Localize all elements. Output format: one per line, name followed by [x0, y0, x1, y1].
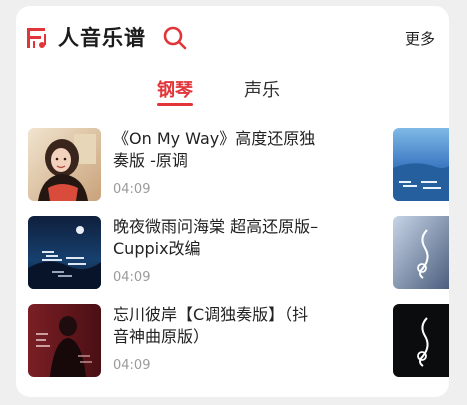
- song-duration: 04:09: [113, 358, 151, 373]
- sheet-music-card: 人音乐谱 更多 钢琴 声乐 《On My Way》高度还原独奏版 -原调 04:…: [16, 6, 449, 397]
- app-title: 人音乐谱: [58, 26, 146, 50]
- song-title: 忘川彼岸【C调独奏版】（抖音神曲原版）: [113, 305, 309, 346]
- song-duration: 04:09: [113, 182, 151, 197]
- music-logo-icon: [27, 28, 46, 48]
- album-cover-night-rain: [28, 216, 101, 289]
- song-title: 晚夜微雨问海棠 超高还原版–Cuppix改编: [113, 217, 319, 258]
- next-column-cover-1[interactable]: [393, 128, 449, 201]
- song-item[interactable]: 晚夜微雨问海棠 超高还原版–Cuppix改编 04:09: [28, 216, 388, 290]
- next-column-cover-2[interactable]: [393, 216, 449, 289]
- tab-piano[interactable]: 钢琴: [157, 76, 193, 106]
- category-tabs: 钢琴 声乐: [16, 76, 449, 116]
- song-item[interactable]: 忘川彼岸【C调独奏版】（抖音神曲原版） 04:09: [28, 304, 388, 378]
- active-tab-indicator: [157, 103, 193, 106]
- more-button[interactable]: 更多: [405, 28, 435, 49]
- song-title: 《On My Way》高度还原独奏版 -原调: [113, 129, 316, 170]
- card-header: 人音乐谱 更多: [16, 6, 449, 68]
- song-item[interactable]: 《On My Way》高度还原独奏版 -原调 04:09: [28, 128, 388, 202]
- next-column-cover-3[interactable]: [393, 304, 449, 377]
- tab-piano-label: 钢琴: [157, 80, 193, 101]
- search-icon[interactable]: [162, 25, 188, 51]
- album-cover-wangchuan: [28, 304, 101, 377]
- song-duration: 04:09: [113, 270, 151, 285]
- album-cover-on-my-way: [28, 128, 101, 201]
- tab-vocal[interactable]: 声乐: [244, 76, 280, 102]
- tab-vocal-label: 声乐: [244, 80, 280, 101]
